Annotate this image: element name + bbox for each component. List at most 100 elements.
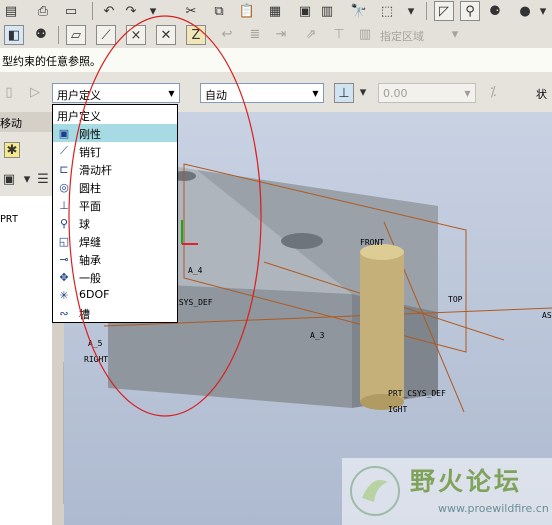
constraint-type-select[interactable]: 用户定义 ▼ <box>52 83 180 103</box>
regenerate-icon[interactable]: ▣ <box>296 2 314 20</box>
menu-item-rigid[interactable]: ▣ 刚性 <box>53 124 177 142</box>
dropdown-header-label: 用户定义 <box>57 110 101 123</box>
label-a3: A_3 <box>310 331 325 340</box>
auto-mode-select[interactable]: 自动 ▼ <box>200 83 324 103</box>
datum-axis-icon[interactable]: ⚲ <box>460 1 480 21</box>
menu-item-label: 滑动杆 <box>79 164 112 177</box>
cylinder-body <box>360 252 404 402</box>
redo-icon[interactable]: ↷ <box>122 2 140 20</box>
point-display-icon[interactable]: × <box>126 25 146 45</box>
label-asm: AS <box>542 311 552 320</box>
rigid-icon: ▣ <box>58 126 70 140</box>
slider-icon: ⊏ <box>59 162 69 176</box>
weld-icon: ◱ <box>58 234 70 248</box>
chevron-down-icon[interactable]: ▼ <box>308 84 323 102</box>
cylinder-icon: ◎ <box>59 180 69 194</box>
dashboard-icon-2: ▷ <box>30 84 40 100</box>
toolbar-separator <box>58 26 59 44</box>
annotation-display-icon[interactable]: Z <box>186 25 206 45</box>
csys-display-icon[interactable]: ✕ <box>156 25 176 45</box>
menu-item-ball[interactable]: ⚲ 球 <box>53 214 177 232</box>
select-box-icon[interactable]: ⬚ <box>378 2 396 20</box>
watermark-logo <box>350 466 400 516</box>
slot-icon: ∾ <box>59 306 69 320</box>
datum-point-icon[interactable]: ⚈ <box>486 2 504 20</box>
cut-icon[interactable]: ✂ <box>182 2 200 20</box>
menu-item-label: 一般 <box>79 272 101 285</box>
star-icon[interactable]: ✱ <box>4 142 20 158</box>
area-select-icon: ▥ <box>358 26 372 42</box>
tree-filter-icon[interactable]: ☰ <box>34 170 52 188</box>
chevron-down-icon[interactable]: ▼ <box>164 84 179 102</box>
label-right: RIGHT <box>84 355 108 364</box>
undo-icon[interactable]: ↶ <box>100 2 118 20</box>
label-csys-def: CSYS_DEF <box>174 298 213 307</box>
menu-item-label: 6DOF <box>79 288 110 301</box>
constraint-type-dropdown: 用户定义 ▣ 刚性 ⟋ 销钉 ⊏ 滑动杆 ◎ 圆柱 ⊥ 平面 ⚲ 球 ◱ 焊缝 … <box>52 104 178 323</box>
axis-display-icon[interactable]: ⟋ <box>96 25 116 45</box>
spin-center-icon[interactable]: ⚉ <box>32 25 50 43</box>
tab-move[interactable]: 移动 <box>0 115 22 131</box>
menu-item-bearing[interactable]: ⊸ 轴承 <box>53 250 177 268</box>
planar-icon: ⊥ <box>59 198 69 212</box>
paste-icon[interactable]: 📋 <box>238 2 256 20</box>
label-asm-csys-def: PRT_CSYS_DEF <box>388 389 446 398</box>
shading-icon[interactable]: ● <box>516 2 534 20</box>
toolbar-separator <box>92 2 93 20</box>
orient-icon: ⇗ <box>305 26 317 42</box>
chevron-down-icon: ▼ <box>464 88 471 98</box>
prompt-text: 型约束的任意参照。 <box>2 55 101 68</box>
tree-settings-icon[interactable]: ▣ <box>0 170 18 188</box>
shading-dropdown-icon[interactable]: ▾ <box>534 2 552 20</box>
menu-item-pin[interactable]: ⟋ 销钉 <box>53 142 177 160</box>
model-tree-item[interactable]: PRT <box>0 214 18 225</box>
datum-plane-icon[interactable]: ◸ <box>434 1 454 21</box>
dropdown-header[interactable]: 用户定义 <box>53 106 177 124</box>
save-icon[interactable]: ▤ <box>2 2 20 20</box>
label-a5: A_5 <box>88 339 103 348</box>
menu-item-cylinder[interactable]: ◎ 圆柱 <box>53 178 177 196</box>
select-dropdown-icon[interactable]: ▾ <box>402 2 420 20</box>
status-label: 状 <box>536 88 547 101</box>
specified-region-label: 指定区域 <box>380 30 424 43</box>
menu-item-planar[interactable]: ⊥ 平面 <box>53 196 177 214</box>
label-a4: A_4 <box>188 266 203 275</box>
watermark-url: www.proewildfire.cn <box>438 502 549 515</box>
dashboard-icon-1: ▯ <box>5 84 13 100</box>
model-3d-icon[interactable]: ◧ <box>4 25 24 45</box>
trim-icon: ⊤ <box>333 26 345 42</box>
general-icon: ✥ <box>59 270 69 284</box>
menu-item-slot[interactable]: ∾ 槽 <box>53 304 177 322</box>
hole <box>281 233 323 249</box>
paste-special-icon[interactable]: ▦ <box>266 2 284 20</box>
menu-item-label: 销钉 <box>79 146 101 159</box>
label-front: FRONT <box>360 238 384 247</box>
copy-icon[interactable]: ⧉ <box>210 2 228 20</box>
menu-item-label: 轴承 <box>79 254 101 267</box>
layer-icon: ≣ <box>249 26 261 42</box>
menu-item-slider[interactable]: ⊏ 滑动杆 <box>53 160 177 178</box>
print-icon[interactable]: ⎙ <box>34 2 52 20</box>
menu-item-label: 圆柱 <box>79 182 101 195</box>
menu-item-label: 球 <box>79 218 90 231</box>
mate-direction-icon[interactable]: ⊥ <box>334 83 354 103</box>
redo-dropdown-icon[interactable]: ▾ <box>144 2 162 20</box>
menu-item-label: 槽 <box>79 308 90 321</box>
plane-display-icon[interactable]: ▱ <box>66 25 86 45</box>
model-icon[interactable]: ▭ <box>62 2 80 20</box>
offset-input: 0.00 ▼ <box>378 83 476 103</box>
mate-dropdown-icon[interactable]: ▾ <box>354 83 372 101</box>
constraint-type-value: 用户定义 <box>57 89 101 102</box>
main-toolbar: ▤ ⎙ ▭ ↶ ↷ ▾ ✂ ⧉ 📋 ▦ ▣ ▥ 🔭 ⬚ ▾ ◸ ⚲ ⚈ ● ▾ <box>0 0 552 23</box>
menu-item-weld[interactable]: ◱ 焊缝 <box>53 232 177 250</box>
bearing-icon: ⊸ <box>59 252 69 266</box>
regen-manager-icon[interactable]: ▥ <box>318 2 336 20</box>
forum-watermark: 野火论坛 www.proewildfire.cn <box>342 458 552 525</box>
menu-item-general[interactable]: ✥ 一般 <box>53 268 177 286</box>
6dof-icon: ✳ <box>59 288 69 302</box>
menu-item-6dof[interactable]: ✳ 6DOF <box>53 286 177 304</box>
find-icon[interactable]: 🔭 <box>350 2 368 20</box>
auto-mode-value: 自动 <box>205 89 227 102</box>
view-toolbar: ◧ ⚉ ▱ ⟋ × ✕ Z ↩ ≣ ⇥ ⇗ ⊤ ▥ 指定区域 ▾ <box>0 22 552 49</box>
flip-icon: ⁒ <box>490 84 496 100</box>
